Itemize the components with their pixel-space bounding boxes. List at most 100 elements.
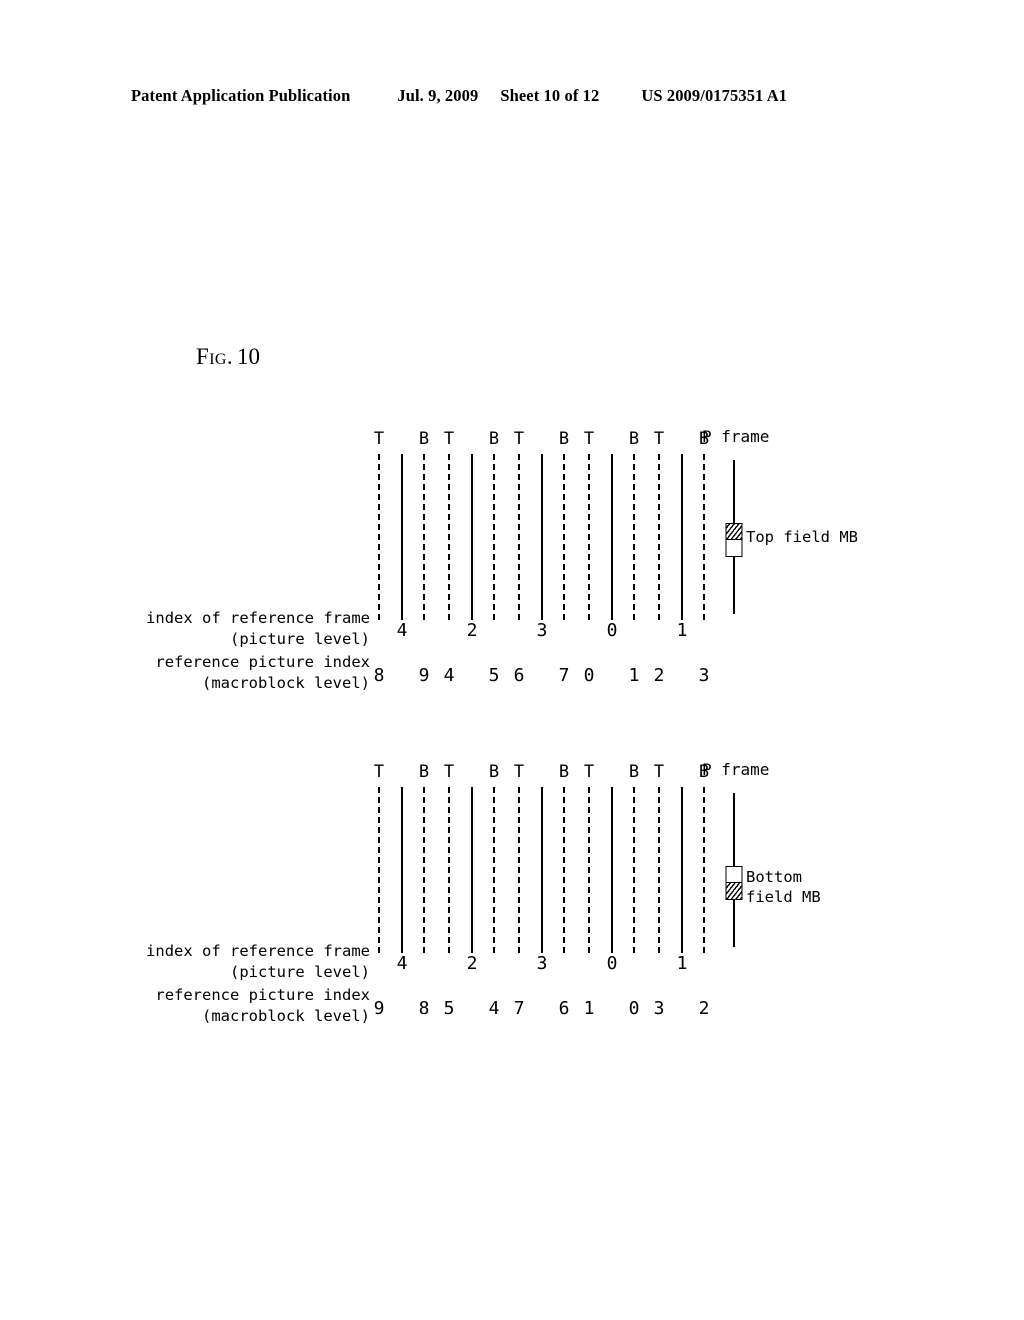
bottom-field-line [563,787,565,953]
reference-frame-line [541,787,543,953]
top-field-line [378,787,380,953]
macroblock-index-top: 1 [583,998,595,1019]
picture-level-index: 0 [606,620,618,641]
patent-running-header: Patent Application Publication Jul. 9, 2… [131,86,891,106]
top-field-line [448,454,450,620]
macroblock-index-bottom: 6 [558,998,570,1019]
field-letter-bottom: B [628,429,640,449]
field-letter-bottom: B [488,762,500,782]
bottom-field-line [423,787,425,953]
field-letter-top: T [443,762,455,782]
top-field-line [588,454,590,620]
picture-level-index: 1 [676,620,688,641]
macroblock-marker [725,523,743,557]
bottom-field-line [703,454,705,620]
top-field-line [588,787,590,953]
macroblock-index-top: 5 [443,998,455,1019]
top-field-line [658,787,660,953]
field-letter-top: T [583,429,595,449]
reference-frame-line [401,787,403,953]
picture-level-row-label: index of reference frame (picture level) [146,942,370,981]
reference-frame-line [401,454,403,620]
reference-frame-line [681,454,683,620]
macroblock-index-bottom: 3 [698,665,710,686]
patent-number: US 2009/0175351 A1 [641,86,788,105]
macroblock-index-top: 6 [513,665,525,686]
macroblock-marker-bottom-half [726,883,742,899]
top-field-line [378,454,380,620]
macroblock-marker-caption: Bottom field MB [746,868,821,906]
macroblock-marker [725,866,743,900]
field-letter-top: T [373,429,385,449]
top-field-line [448,787,450,953]
macroblock-index-top: 4 [443,665,455,686]
field-letter-top: T [373,762,385,782]
bottom-field-line [493,787,495,953]
bottom-field-line [563,454,565,620]
field-letter-top: T [513,429,525,449]
macroblock-index-top: 2 [653,665,665,686]
macroblock-marker-top-half [726,867,742,883]
figure-label-number: 10 [237,344,261,369]
macroblock-level-row-label: reference picture index (macroblock leve… [155,986,370,1025]
figure-label-word: Fig. [196,344,234,369]
field-letter-row: TBTBTBTBTB [0,763,1024,787]
reference-frame-line [541,454,543,620]
macroblock-index-top: 3 [653,998,665,1019]
macroblock-index-top: 8 [373,665,385,686]
field-letter-bottom: B [418,762,430,782]
bottom-field-line [703,787,705,953]
top-field-line [518,787,520,953]
macroblock-marker-top-half [726,524,742,540]
field-letter-bottom: B [558,762,570,782]
p-frame-label: P frame [702,760,770,779]
field-letter-top: T [443,429,455,449]
bottom-field-line [493,454,495,620]
bottom-field-line [633,454,635,620]
picture-level-index: 4 [396,953,408,974]
field-letter-row: TBTBTBTBTB [0,430,1024,454]
bottom-field-line [633,787,635,953]
picture-level-index: 4 [396,620,408,641]
picture-level-row-label: index of reference frame (picture level) [146,609,370,648]
reference-frame-line [611,454,613,620]
macroblock-marker-caption: Top field MB [746,528,858,546]
figure-label: Fig. 10 [196,344,260,370]
macroblock-index-bottom: 2 [698,998,710,1019]
macroblock-marker-bottom-half [727,540,742,556]
top-field-line [518,454,520,620]
frame-lines-layer [0,454,1024,620]
field-letter-top: T [513,762,525,782]
picture-level-index: 3 [536,953,548,974]
picture-level-index: 0 [606,953,618,974]
field-letter-bottom: B [488,429,500,449]
field-letter-top: T [653,762,665,782]
sheet-number: Sheet 10 of 12 [500,86,600,105]
macroblock-index-bottom: 0 [628,998,640,1019]
picture-level-index: 1 [676,953,688,974]
p-frame-label: P frame [702,427,770,446]
macroblock-index-bottom: 8 [418,998,430,1019]
field-letter-top: T [583,762,595,782]
macroblock-index-bottom: 5 [488,665,500,686]
frame-lines-layer [0,787,1024,953]
picture-level-index: 2 [466,620,478,641]
macroblock-level-row-label: reference picture index (macroblock leve… [155,653,370,692]
macroblock-index-bottom: 7 [558,665,570,686]
macroblock-index-top: 7 [513,998,525,1019]
field-letter-bottom: B [558,429,570,449]
bottom-field-line [423,454,425,620]
top-field-line [658,454,660,620]
field-letter-bottom: B [628,762,640,782]
publication-date: Jul. 9, 2009 [397,86,479,105]
macroblock-index-top: 0 [583,665,595,686]
reference-frame-line [611,787,613,953]
macroblock-index-top: 9 [373,998,385,1019]
field-letter-bottom: B [418,429,430,449]
reference-frame-line [471,454,473,620]
macroblock-index-bottom: 1 [628,665,640,686]
reference-frame-line [681,787,683,953]
field-letter-top: T [653,429,665,449]
publication-label: Patent Application Publication [131,86,351,105]
picture-level-index: 2 [466,953,478,974]
